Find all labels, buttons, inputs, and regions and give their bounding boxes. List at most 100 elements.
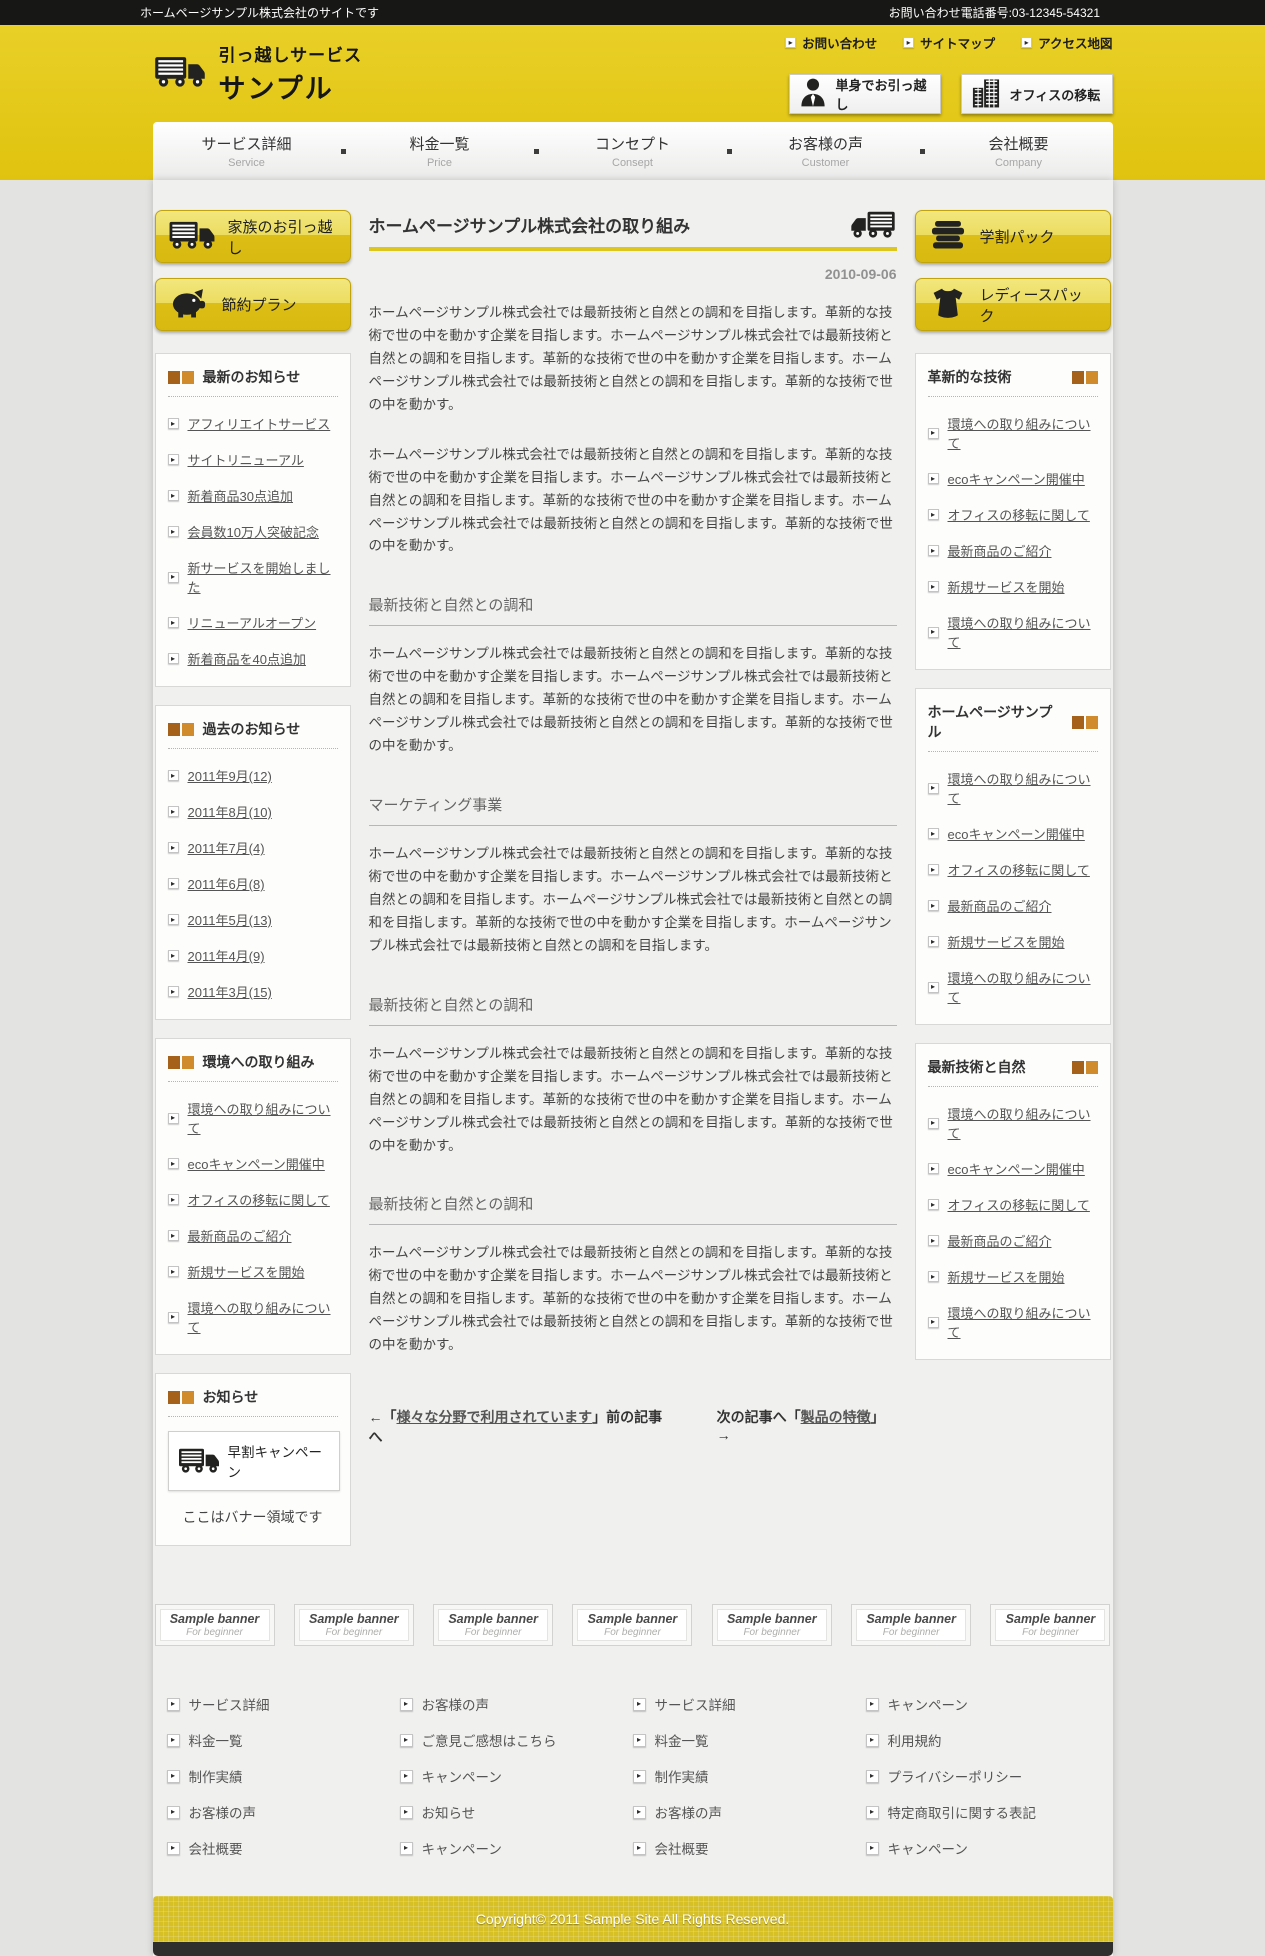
nav-item-concept[interactable]: コンセプト Consept: [539, 133, 727, 169]
footer-link[interactable]: 料金一覧: [167, 1730, 400, 1750]
banner-student-discount[interactable]: 学割パック: [915, 210, 1111, 263]
single-move-button[interactable]: 単身でお引っ越し: [789, 74, 941, 114]
side-link[interactable]: 最新商品のご紹介: [948, 541, 1052, 560]
innovative-tech-box: 革新的な技術 環境への取り組みについて ecoキャンペーン開催中 オフィスの移転…: [915, 353, 1111, 670]
footer-link[interactable]: お知らせ: [400, 1802, 633, 1822]
side-link[interactable]: 環境への取り組みについて: [948, 1303, 1098, 1341]
nav-item-customer[interactable]: お客様の声 Customer: [732, 133, 920, 169]
env-link[interactable]: ecoキャンペーン開催中: [188, 1154, 325, 1173]
footer-link[interactable]: キャンペーン: [400, 1766, 633, 1786]
sample-banner[interactable]: Sample banner For beginner: [851, 1604, 971, 1646]
left-sidebar: 家族のお引っ越し 節約プラン 最新のお知らせ アフィリエイトサービス サイトリニ…: [155, 210, 351, 1564]
arrow-bullet-icon: [928, 473, 939, 484]
nav-item-company[interactable]: 会社概要 Company: [925, 133, 1113, 169]
footer-link-label: 特定商取引に関する表記: [888, 1802, 1037, 1822]
side-link[interactable]: オフィスの移転に関して: [948, 1195, 1090, 1214]
site-logo[interactable]: 引っ越しサービス サンプル: [153, 41, 363, 106]
list-item: 最新商品のご紹介: [168, 1226, 338, 1245]
banner-subtitle: For beginner: [883, 1627, 940, 1638]
side-link[interactable]: 環境への取り組みについて: [948, 968, 1098, 1006]
side-link[interactable]: 最新商品のご紹介: [948, 896, 1052, 915]
banner-title: Sample banner: [309, 1612, 399, 1626]
side-link[interactable]: 新規サービスを開始: [948, 577, 1065, 596]
footer-link[interactable]: お客様の声: [633, 1802, 866, 1822]
sample-banner[interactable]: Sample banner For beginner: [155, 1604, 275, 1646]
footer-link[interactable]: 利用規約: [866, 1730, 1099, 1750]
footer-link[interactable]: キャンペーン: [400, 1838, 633, 1858]
archive-link[interactable]: 2011年4月(9): [188, 946, 265, 965]
side-link[interactable]: ecoキャンペーン開催中: [948, 469, 1085, 488]
sample-banner[interactable]: Sample banner For beginner: [294, 1604, 414, 1646]
news-link[interactable]: 新サービスを開始しました: [188, 558, 338, 596]
news-link[interactable]: リニューアルオープン: [188, 613, 317, 632]
quick-link-access-map[interactable]: アクセス地図: [1021, 33, 1112, 52]
side-link[interactable]: ecoキャンペーン開催中: [948, 824, 1085, 843]
side-link[interactable]: 環境への取り組みについて: [948, 1104, 1098, 1142]
side-link[interactable]: 環境への取り組みについて: [948, 613, 1098, 651]
truck-icon: [851, 210, 895, 243]
env-link[interactable]: 最新商品のご紹介: [188, 1226, 292, 1245]
banner-saving-plan[interactable]: 節約プラン: [155, 278, 351, 331]
list-item: 2011年5月(13): [168, 910, 338, 929]
office-move-button[interactable]: オフィスの移転: [961, 74, 1113, 114]
news-link[interactable]: サイトリニューアル: [188, 450, 304, 469]
prev-article-link[interactable]: 様々な分野で利用されています: [397, 1409, 593, 1425]
news-link[interactable]: 新着商品を40点追加: [188, 649, 306, 668]
footer-link[interactable]: 料金一覧: [633, 1730, 866, 1750]
side-link[interactable]: ecoキャンペーン開催中: [948, 1159, 1085, 1178]
side-link[interactable]: オフィスの移転に関して: [948, 860, 1090, 879]
arrow-bullet-icon: [633, 1842, 646, 1855]
footer-link[interactable]: 特定商取引に関する表記: [866, 1802, 1099, 1822]
side-link[interactable]: 新規サービスを開始: [948, 1267, 1065, 1286]
env-link[interactable]: 新規サービスを開始: [188, 1262, 305, 1281]
early-discount-banner[interactable]: 早割キャンペーン: [168, 1431, 340, 1491]
footer-link[interactable]: ご意見ご感想はこちら: [400, 1730, 633, 1750]
quick-link-sitemap[interactable]: サイトマップ: [903, 33, 995, 52]
sample-banner[interactable]: Sample banner For beginner: [572, 1604, 692, 1646]
footer-link[interactable]: サービス詳細: [633, 1694, 866, 1714]
banner-family-move[interactable]: 家族のお引っ越し: [155, 210, 351, 263]
arrow-bullet-icon: [400, 1770, 413, 1783]
arrow-bullet-icon: [168, 490, 179, 501]
banner-subtitle: For beginner: [1022, 1627, 1079, 1638]
news-link[interactable]: 新着商品30点追加: [188, 486, 293, 505]
env-link[interactable]: 環境への取り組みについて: [188, 1099, 338, 1137]
footer-link[interactable]: プライバシーポリシー: [866, 1766, 1099, 1786]
archive-link[interactable]: 2011年7月(4): [188, 838, 265, 857]
archive-link[interactable]: 2011年5月(13): [188, 910, 272, 929]
footer-link[interactable]: 会社概要: [167, 1838, 400, 1858]
env-link[interactable]: オフィスの移転に関して: [188, 1190, 330, 1209]
side-link[interactable]: 環境への取り組みについて: [948, 414, 1098, 452]
news-link[interactable]: アフィリエイトサービス: [188, 414, 331, 433]
footer-link[interactable]: 制作実績: [167, 1766, 400, 1786]
side-link[interactable]: 環境への取り組みについて: [948, 769, 1098, 807]
archive-link[interactable]: 2011年6月(8): [188, 874, 265, 893]
footer-link[interactable]: キャンペーン: [866, 1838, 1099, 1858]
side-link[interactable]: オフィスの移転に関して: [948, 505, 1090, 524]
footer-link[interactable]: 会社概要: [633, 1838, 866, 1858]
footer-link[interactable]: お客様の声: [400, 1694, 633, 1714]
quick-link-contact[interactable]: お問い合わせ: [785, 33, 877, 52]
arrow-bullet-icon: [928, 1163, 939, 1174]
side-link[interactable]: 最新商品のご紹介: [948, 1231, 1052, 1250]
archive-link[interactable]: 2011年8月(10): [188, 802, 272, 821]
footer-link-label: お客様の声: [655, 1802, 723, 1822]
archive-link[interactable]: 2011年9月(12): [188, 766, 272, 785]
footer-link[interactable]: 制作実績: [633, 1766, 866, 1786]
footer-link[interactable]: サービス詳細: [167, 1694, 400, 1714]
side-link[interactable]: 新規サービスを開始: [948, 932, 1065, 951]
arrow-bullet-icon: [928, 581, 939, 592]
footer-link-label: ご意見ご感想はこちら: [422, 1730, 557, 1750]
news-link[interactable]: 会員数10万人突破記念: [188, 522, 319, 541]
footer-link[interactable]: お客様の声: [167, 1802, 400, 1822]
footer-link[interactable]: キャンペーン: [866, 1694, 1099, 1714]
nav-item-price[interactable]: 料金一覧 Price: [346, 133, 534, 169]
sample-banner[interactable]: Sample banner For beginner: [990, 1604, 1110, 1646]
env-link[interactable]: 環境への取り組みについて: [188, 1298, 338, 1336]
archive-link[interactable]: 2011年3月(15): [188, 982, 272, 1001]
next-article-link[interactable]: 製品の特徴: [801, 1409, 871, 1425]
sample-banner[interactable]: Sample banner For beginner: [433, 1604, 553, 1646]
nav-item-service[interactable]: サービス詳細 Service: [153, 133, 341, 169]
sample-banner[interactable]: Sample banner For beginner: [712, 1604, 832, 1646]
banner-ladies-pack[interactable]: レディースパック: [915, 278, 1111, 331]
